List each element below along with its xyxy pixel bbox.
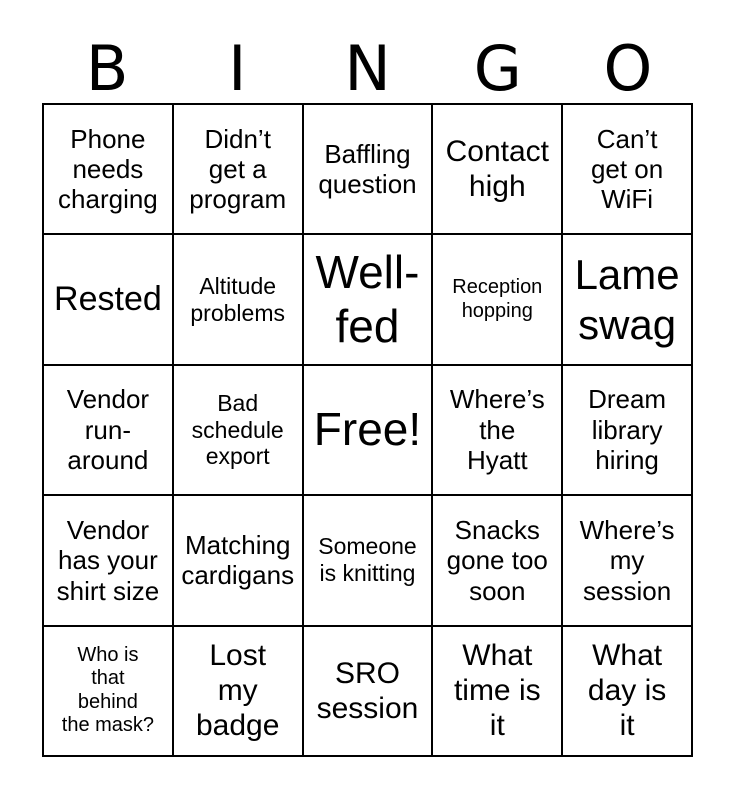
bingo-cell-label: Well- fed <box>315 245 420 352</box>
bingo-cell-label: Reception hopping <box>452 276 543 322</box>
bingo-cell-label: Rested <box>54 279 162 318</box>
bingo-cell[interactable]: Can’t get on WiFi <box>563 105 693 236</box>
bingo-grid: Phone needs charging Didn’t get a program… <box>42 103 693 757</box>
bingo-cell-label: Free! <box>313 403 422 456</box>
bingo-cell-label: Vendor has your shirt size <box>56 514 160 606</box>
bingo-cell[interactable]: Vendor has your shirt size <box>44 496 174 627</box>
bingo-cell[interactable]: Vendor run- around <box>44 365 174 497</box>
bingo-cell-label: What day is it <box>587 639 667 743</box>
bingo-cell-label: Can’t get on WiFi <box>590 123 664 215</box>
bingo-cell-label: Lost my badge <box>195 639 280 743</box>
bingo-cell[interactable]: Who is that behind the mask? <box>44 626 174 757</box>
header-letter-b: B <box>85 32 129 105</box>
bingo-cell[interactable]: Bad schedule export <box>173 365 304 497</box>
bingo-cell[interactable]: Where’s the Hyatt <box>433 365 564 497</box>
bingo-cell-label: Where’s my session <box>579 514 675 606</box>
bingo-card: B I N G O Phone needs charging Didn’t get… <box>0 0 736 800</box>
bingo-cell-label: Bad schedule export <box>191 389 284 470</box>
bingo-cell[interactable]: Baffling question <box>303 105 434 236</box>
bingo-cell[interactable]: Snacks gone too soon <box>433 496 564 627</box>
bingo-cell[interactable]: Someone is knitting <box>303 496 434 627</box>
bingo-cell-label: Altitude problems <box>190 272 285 326</box>
bingo-cell-label: Who is that behind the mask? <box>61 644 155 737</box>
bingo-cell-label: Dream library hiring <box>588 384 667 476</box>
header-letter-o: O <box>603 32 653 105</box>
bingo-cell[interactable]: Lame swag <box>563 235 693 366</box>
bingo-cell-label: Where’s the Hyatt <box>449 384 545 476</box>
bingo-cell-free[interactable]: Free! <box>303 365 434 497</box>
bingo-cell[interactable]: Where’s my session <box>563 496 693 627</box>
bingo-cell[interactable]: Phone needs charging <box>44 105 174 236</box>
bingo-cell-label: Snacks gone too soon <box>446 514 548 606</box>
bingo-cell-label: SRO session <box>316 656 419 725</box>
bingo-cell-label: Baffling question <box>318 138 417 200</box>
bingo-cell-label: Someone is knitting <box>318 533 417 587</box>
bingo-cell[interactable]: What day is it <box>563 626 693 757</box>
bingo-cell-label: Phone needs charging <box>58 123 158 215</box>
bingo-cell[interactable]: SRO session <box>303 626 434 757</box>
bingo-cell[interactable]: What time is it <box>433 626 564 757</box>
bingo-cell-label: Lame swag <box>574 251 680 348</box>
bingo-cell[interactable]: Matching cardigans <box>173 496 304 627</box>
bingo-cell-label: Didn’t get a program <box>189 123 287 215</box>
bingo-cell[interactable]: Dream library hiring <box>563 365 693 497</box>
bingo-cell-label: Matching cardigans <box>181 529 295 591</box>
bingo-cell[interactable]: Didn’t get a program <box>173 105 304 236</box>
bingo-cell-label: Vendor run- around <box>66 384 150 476</box>
header-letter-i: I <box>228 32 247 105</box>
bingo-cell[interactable]: Rested <box>44 235 174 366</box>
header-letter-n: N <box>344 32 391 105</box>
bingo-cell[interactable]: Lost my badge <box>173 626 304 757</box>
bingo-cell[interactable]: Altitude problems <box>173 235 304 366</box>
bingo-cell[interactable]: Reception hopping <box>433 235 564 366</box>
bingo-cell[interactable]: Contact high <box>433 105 564 236</box>
bingo-cell-label: What time is it <box>453 639 541 743</box>
bingo-cell-label: Contact high <box>445 135 549 204</box>
header-letter-g: G <box>473 32 522 105</box>
bingo-header: B I N G O <box>42 20 693 100</box>
bingo-cell[interactable]: Well- fed <box>303 235 434 366</box>
